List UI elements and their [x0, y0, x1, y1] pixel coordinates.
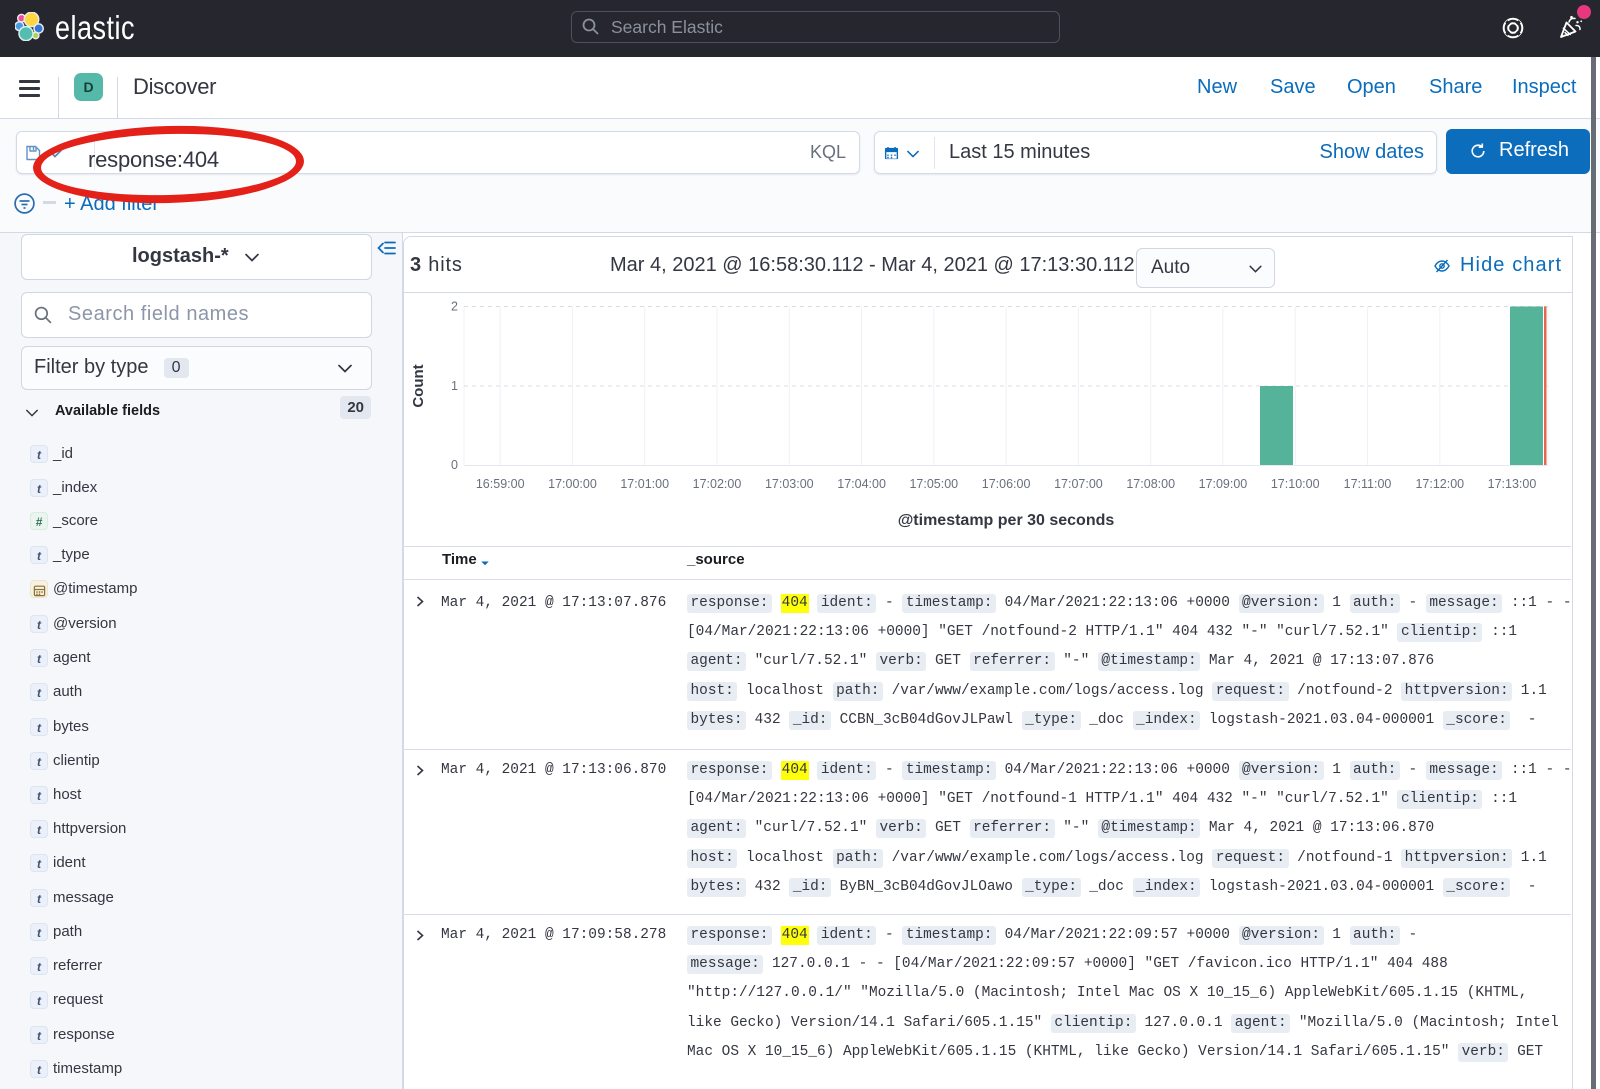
svg-text:Count: Count [410, 364, 427, 407]
svg-text:17:01:00: 17:01:00 [620, 477, 669, 491]
svg-text:17:03:00: 17:03:00 [765, 477, 814, 491]
svg-text:17:10:00: 17:10:00 [1271, 477, 1320, 491]
svg-text:16:59:00: 16:59:00 [476, 477, 525, 491]
svg-text:17:04:00: 17:04:00 [837, 477, 886, 491]
svg-text:17:13:00: 17:13:00 [1488, 477, 1537, 491]
svg-text:17:07:00: 17:07:00 [1054, 477, 1103, 491]
svg-text:17:02:00: 17:02:00 [693, 477, 742, 491]
svg-text:17:06:00: 17:06:00 [982, 477, 1031, 491]
svg-text:17:00:00: 17:00:00 [548, 477, 597, 491]
svg-text:17:09:00: 17:09:00 [1199, 477, 1248, 491]
svg-text:@timestamp per 30 seconds: @timestamp per 30 seconds [898, 512, 1115, 529]
svg-text:17:11:00: 17:11:00 [1344, 477, 1392, 491]
svg-text:2: 2 [451, 300, 458, 314]
svg-text:17:12:00: 17:12:00 [1415, 477, 1464, 491]
svg-text:0: 0 [451, 458, 458, 472]
svg-text:1: 1 [451, 379, 458, 393]
svg-text:17:05:00: 17:05:00 [909, 477, 958, 491]
svg-text:17:08:00: 17:08:00 [1126, 477, 1175, 491]
